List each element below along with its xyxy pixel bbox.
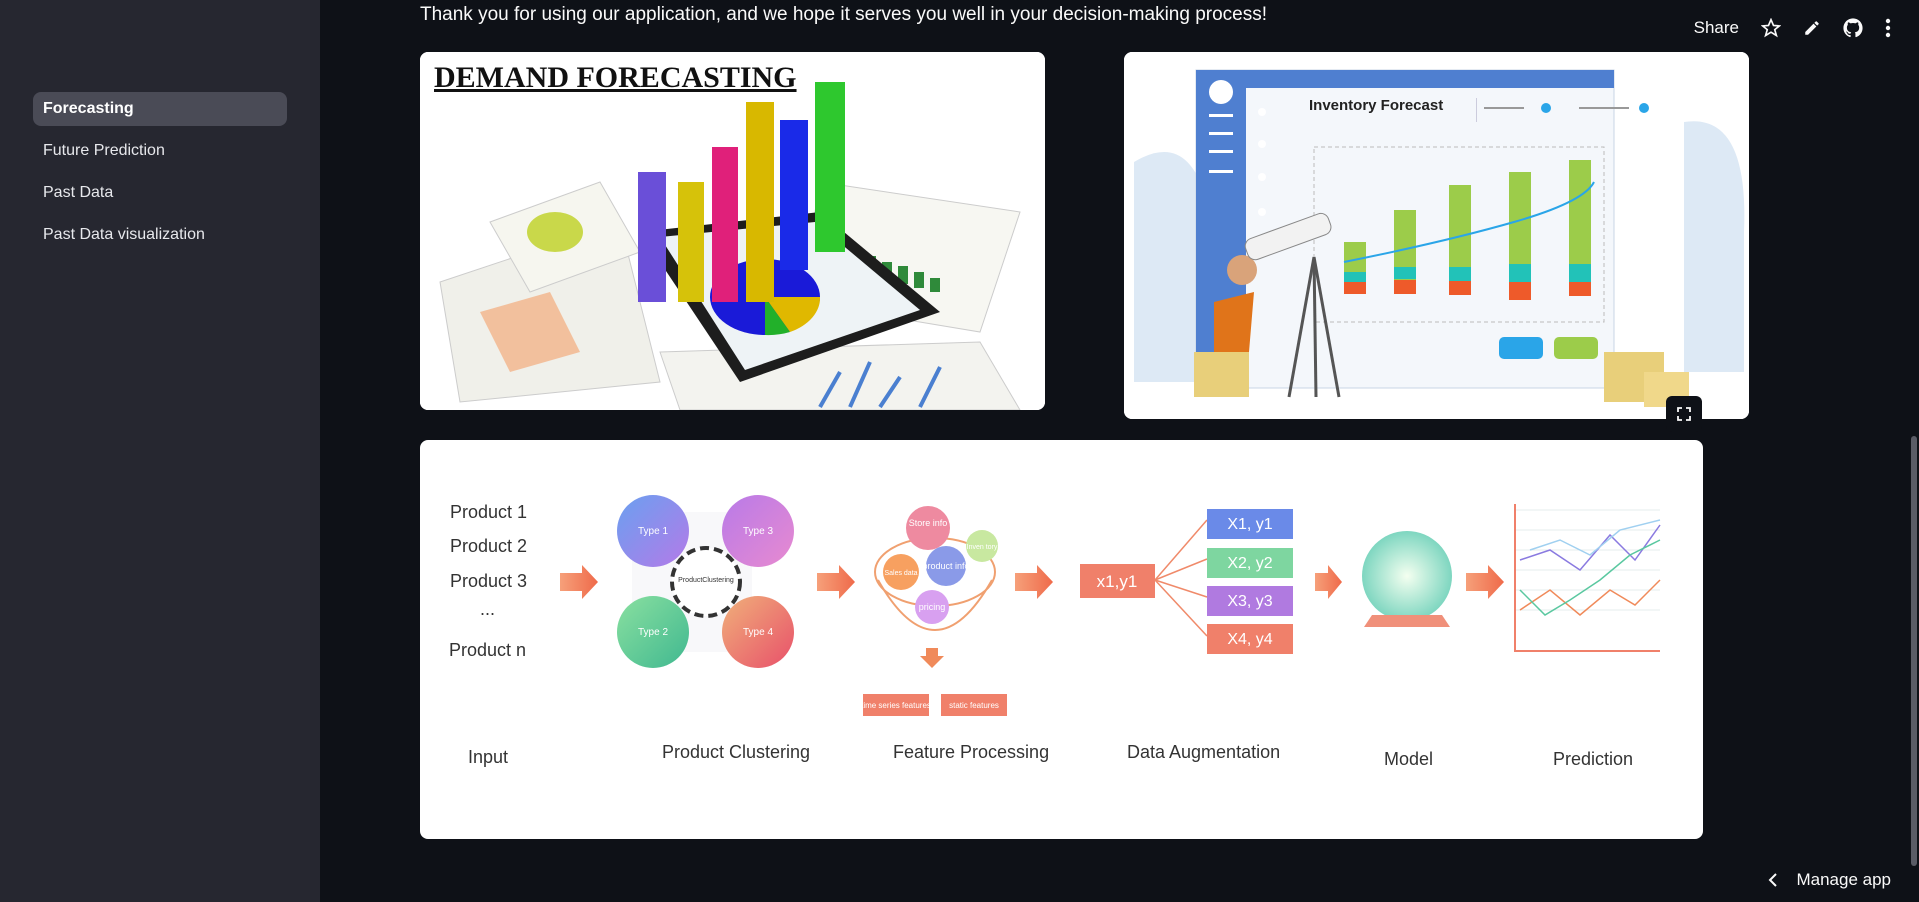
stage-label-feature-processing: Feature Processing xyxy=(893,742,1049,762)
augment-input-label: x1,y1 xyxy=(1097,572,1138,591)
cluster-type-label: Type 3 xyxy=(743,526,773,537)
scrollbar-thumb[interactable] xyxy=(1911,436,1917,866)
cluster-center-label: ProductClustering xyxy=(678,577,734,584)
manage-app-button[interactable]: Manage app xyxy=(1768,870,1891,890)
feature-bubble-label: product info xyxy=(922,561,969,571)
feature-bubble-label: Sales data xyxy=(884,570,917,577)
augment-output-label: X3, y3 xyxy=(1227,593,1272,610)
intro-text: Thank you for using our application, and… xyxy=(420,4,1268,25)
sidebar-item-past-data[interactable]: Past Data xyxy=(33,176,287,210)
product-label: ... xyxy=(480,599,495,619)
crystal-ball-icon xyxy=(1362,531,1452,621)
stage-label-input: Input xyxy=(468,747,508,767)
github-icon[interactable] xyxy=(1843,18,1863,38)
inventory-forecast-image: Inventory Forecast xyxy=(1124,52,1749,419)
cluster-type-label: Type 4 xyxy=(743,627,773,638)
feature-bubble-label: Store info xyxy=(909,518,948,528)
sidebar-nav: Forecasting Future Prediction Past Data … xyxy=(33,92,287,260)
sidebar: Forecasting Future Prediction Past Data … xyxy=(0,0,320,902)
header-toolbar: Share xyxy=(1694,18,1891,38)
sidebar-item-future-prediction[interactable]: Future Prediction xyxy=(33,134,287,168)
share-button[interactable]: Share xyxy=(1694,18,1739,38)
product-label: Product n xyxy=(449,640,526,660)
augment-output-label: X1, y1 xyxy=(1227,516,1272,533)
prediction-chart-icon xyxy=(1514,504,1661,652)
feature-bubble-label: pricing xyxy=(919,602,946,612)
cluster-type-label: Type 2 xyxy=(638,627,668,638)
pencil-icon[interactable] xyxy=(1803,19,1821,37)
feature-output-label: time series features xyxy=(861,701,931,710)
sidebar-item-past-data-visualization[interactable]: Past Data visualization xyxy=(33,218,287,252)
cluster-type-label: Type 1 xyxy=(638,526,668,537)
manage-app-label: Manage app xyxy=(1796,870,1891,889)
stage-label-product-clustering: Product Clustering xyxy=(662,742,810,762)
star-icon[interactable] xyxy=(1761,18,1781,38)
demand-forecasting-image: DEMAND FORECASTING xyxy=(420,52,1045,410)
demand-forecasting-title: DEMAND FORECASTING xyxy=(434,61,797,94)
inventory-forecast-title: Inventory Forecast xyxy=(1309,97,1443,114)
scrollbar[interactable] xyxy=(1909,0,1919,902)
stage-label-prediction: Prediction xyxy=(1553,749,1633,769)
stage-label-model: Model xyxy=(1384,749,1433,769)
expand-icon xyxy=(1677,407,1691,421)
product-label: Product 2 xyxy=(450,536,527,556)
stage-label-data-augmentation: Data Augmentation xyxy=(1127,742,1280,762)
chevron-left-icon xyxy=(1769,873,1778,887)
fullscreen-button[interactable] xyxy=(1666,396,1702,432)
product-label: Product 1 xyxy=(450,502,527,522)
product-label: Product 3 xyxy=(450,571,527,591)
feature-output-label: static features xyxy=(949,701,999,710)
augment-output-label: X2, y2 xyxy=(1227,555,1272,572)
augment-output-label: X4, y4 xyxy=(1227,631,1272,648)
sidebar-item-forecasting[interactable]: Forecasting xyxy=(33,92,287,126)
feature-bubble-label: Inven tory xyxy=(967,544,998,551)
more-vertical-icon[interactable] xyxy=(1885,18,1891,38)
pipeline-diagram-image: Product 1 Product 2 Product 3 ... Produc… xyxy=(420,440,1703,839)
